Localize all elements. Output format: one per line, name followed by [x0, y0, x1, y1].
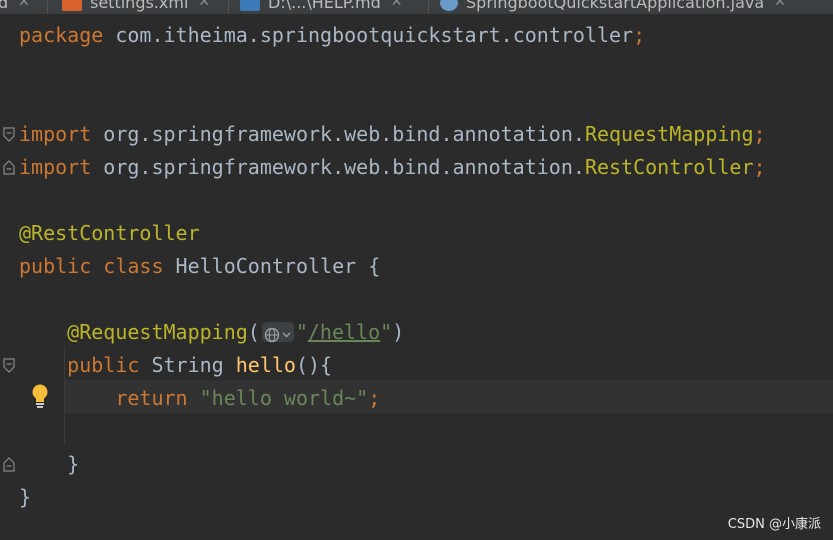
annotation: @RequestMapping: [67, 320, 248, 344]
semicolon: ;: [368, 386, 381, 410]
fold-marker-icon[interactable]: [3, 457, 15, 472]
import-package: org.springframework.web.bind.annotation.: [91, 122, 585, 146]
tab-divider: [47, 0, 48, 14]
xml-file-icon: [62, 0, 82, 11]
return-type: String: [139, 353, 236, 377]
code-line-annotation-restcontroller[interactable]: @RestController: [19, 217, 200, 250]
fold-marker-icon[interactable]: [3, 127, 15, 142]
tab-divider: [228, 0, 229, 14]
code-line-method-close[interactable]: }: [19, 448, 79, 481]
fold-marker-icon[interactable]: [3, 358, 15, 373]
semicolon: ;: [633, 23, 646, 47]
editor-tab-bar: d ✕ settings.xml ✕ D:\...\HELP.md ✕ Spri…: [0, 0, 833, 14]
string-literal: "hello world~": [199, 386, 369, 410]
tab-label: d: [0, 0, 9, 12]
code-line-class-close[interactable]: }: [19, 481, 31, 514]
method-signature: (){: [295, 353, 333, 377]
import-class: RequestMapping: [584, 122, 754, 146]
tab-label: SpringbootQuickstartApplication.java: [466, 0, 765, 12]
code-line-return[interactable]: return "hello world~";: [19, 382, 380, 415]
keyword: return: [115, 386, 188, 410]
paren: ): [392, 320, 405, 344]
semicolon: ;: [753, 155, 766, 179]
code-line-import-restcontroller[interactable]: import org.springframework.web.bind.anno…: [19, 151, 766, 184]
close-icon[interactable]: ✕: [18, 0, 30, 10]
tab-springboot-application[interactable]: SpringbootQuickstartApplication.java ✕: [440, 0, 786, 13]
markdown-file-icon: [240, 0, 260, 11]
chevron-down-icon: [282, 332, 291, 337]
tab-divider: [428, 0, 429, 14]
url-inlay-hint[interactable]: [261, 321, 294, 342]
keyword: class: [103, 254, 164, 278]
code-line-class-declaration[interactable]: public class HelloController {: [19, 250, 380, 283]
method-name: hello: [235, 353, 296, 377]
code-line-package[interactable]: package com.itheima.springbootquickstart…: [19, 19, 645, 52]
keyword: public: [67, 353, 140, 377]
brace: }: [67, 452, 80, 476]
tab-help-md[interactable]: D:\...\HELP.md ✕: [240, 0, 403, 13]
import-package: org.springframework.web.bind.annotation.: [91, 155, 585, 179]
keyword: import: [19, 155, 92, 179]
fold-marker-icon[interactable]: [3, 160, 15, 175]
brace: }: [19, 485, 32, 509]
keyword: package: [19, 23, 104, 47]
close-icon[interactable]: ✕: [774, 0, 786, 10]
globe-icon: [264, 327, 291, 342]
close-icon[interactable]: ✕: [198, 0, 210, 10]
string-quote: ": [295, 320, 308, 344]
spring-class-icon: [440, 0, 458, 11]
close-icon[interactable]: ✕: [391, 0, 403, 10]
package-name: com.itheima.springbootquickstart.control…: [103, 23, 634, 47]
semicolon: ;: [753, 122, 766, 146]
keyword: public: [19, 254, 92, 278]
paren: (: [247, 320, 260, 344]
tab-partial[interactable]: d ✕: [0, 0, 30, 13]
tab-settings-xml[interactable]: settings.xml ✕: [62, 0, 210, 13]
code-line-import-requestmapping[interactable]: import org.springframework.web.bind.anno…: [19, 118, 766, 151]
import-class: RestController: [584, 155, 754, 179]
code-editor[interactable]: package com.itheima.springbootquickstart…: [0, 14, 833, 540]
tab-label: D:\...\HELP.md: [268, 0, 381, 12]
code-line-annotation-requestmapping[interactable]: @RequestMapping( "/hello"): [19, 316, 404, 349]
class-name: HelloController {: [163, 254, 381, 278]
watermark: CSDN @小康派: [727, 517, 821, 532]
tab-label: settings.xml: [90, 0, 189, 12]
annotation: @RestController: [19, 221, 200, 245]
code-line-method-declaration[interactable]: public String hello(){: [19, 349, 332, 382]
keyword: import: [19, 122, 92, 146]
string-quote: ": [380, 320, 393, 344]
mapping-path-link[interactable]: /hello: [308, 320, 380, 344]
